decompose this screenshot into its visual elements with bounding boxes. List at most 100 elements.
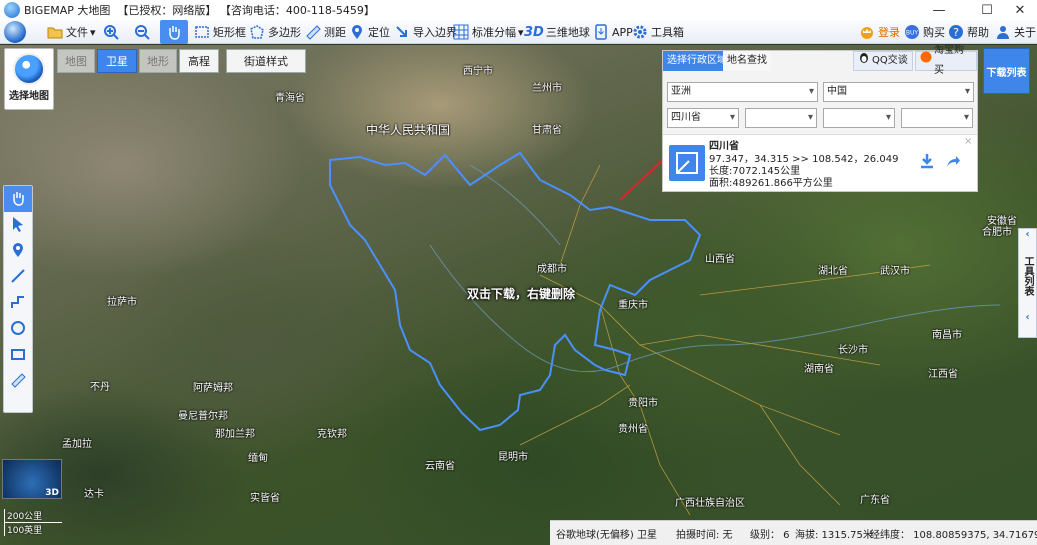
ruler-tool[interactable]	[4, 368, 32, 394]
toolbox-side-tab[interactable]: ‹ 工具列表 ‹	[1018, 228, 1037, 338]
app-download-button[interactable]: APP	[592, 20, 633, 44]
place-label: 成都市	[537, 264, 567, 275]
about-button[interactable]: 关于	[994, 20, 1036, 44]
file-menu-label: 文件	[66, 26, 88, 39]
place-label: 贵阳市	[628, 398, 658, 409]
folder-icon	[46, 23, 64, 41]
tab-elevation[interactable]: 高程	[179, 49, 219, 73]
status-altitude: 海拔: 1315.75米	[795, 529, 873, 541]
overview-minimap[interactable]: 3D	[2, 459, 62, 499]
locate-label: 定位	[368, 26, 390, 39]
svg-text:BUY: BUY	[906, 30, 919, 37]
help-icon: ?	[947, 23, 965, 41]
place-label: 青海省	[275, 93, 305, 104]
toolbox-label: 工具箱	[651, 26, 684, 39]
street-style-button[interactable]: 街道样式	[226, 49, 306, 73]
polyline-tool[interactable]	[4, 290, 32, 316]
map-canvas[interactable]: 西宁市 兰州市 青海省 中华人民共和国 甘肃省 成都市 重庆市 拉萨市 不丹 昆…	[0, 45, 1037, 545]
tab-terrain[interactable]: 地形	[139, 49, 177, 73]
taobao-buy-button[interactable]: 淘宝购买	[915, 45, 977, 76]
rect-select-label: 矩形框	[213, 26, 246, 39]
app-menu-button[interactable]	[4, 20, 26, 44]
place-label: 山西省	[705, 254, 735, 265]
buy-badge-icon: BUY	[903, 23, 921, 41]
chevron-left-icon: ‹	[1025, 312, 1030, 323]
rect-select-button[interactable]: 矩形框	[193, 20, 246, 44]
line-tool[interactable]	[4, 264, 32, 290]
place-label: 广东省	[860, 495, 890, 506]
tab-select-region[interactable]: 选择行政区域	[663, 51, 731, 71]
region-info-card[interactable]: 四川省 97.347，34.315 >> 108.542，26.049 长度:7…	[663, 134, 977, 191]
marker-tool[interactable]	[4, 238, 32, 264]
annotation-arrow	[619, 154, 669, 201]
county-select[interactable]	[823, 108, 895, 128]
zoom-out-button[interactable]	[133, 20, 151, 44]
place-label: 克钦邦	[317, 429, 347, 440]
zoom-in-button[interactable]	[102, 20, 120, 44]
status-coordinates: 经纬度： 108.80859375, 34.71679688	[870, 529, 1037, 541]
locate-button[interactable]: 定位	[348, 20, 390, 44]
rectangle-tool[interactable]	[4, 342, 32, 368]
earth-3d-button[interactable]: 3D 三维地球	[524, 20, 590, 44]
status-capture-time: 拍摄时间: 无	[676, 529, 733, 541]
login-button[interactable]: 登录	[858, 20, 900, 44]
place-label: 阿萨姆邦	[193, 383, 233, 394]
qq-chat-button[interactable]: QQ交谈	[853, 51, 913, 71]
town-select[interactable]	[901, 108, 973, 128]
place-label: 南昌市	[932, 330, 962, 341]
rectangle-icon	[10, 346, 26, 365]
status-map-source: 谷歌地球(无偏移) 卫星	[556, 529, 657, 541]
phone-download-icon	[592, 23, 610, 41]
app-logo-icon	[4, 2, 20, 18]
tab-map[interactable]: 地图	[57, 49, 95, 73]
continent-select[interactable]: 亚洲	[667, 82, 818, 102]
map-hint: 双击下载，右键删除	[467, 287, 576, 301]
qq-penguin-icon	[858, 51, 870, 71]
tab-place-search[interactable]: 地名查找	[723, 51, 771, 71]
tab-satellite[interactable]: 卫星	[97, 49, 137, 73]
file-menu[interactable]: 文件 ▾	[46, 20, 96, 44]
google-earth-icon	[13, 53, 45, 85]
status-zoom-level: 级别： 6	[750, 529, 790, 541]
standard-sheet-menu[interactable]: 标准分幅 ▾	[452, 20, 524, 44]
gear-icon	[631, 23, 649, 41]
taobao-buy-label: 淘宝购买	[934, 45, 964, 76]
province-select[interactable]: 四川省	[667, 108, 739, 128]
pointer-tool[interactable]	[4, 212, 32, 238]
download-list-button[interactable]: 下载列表	[983, 48, 1030, 94]
city-select[interactable]	[745, 108, 817, 128]
close-button[interactable]: ✕	[1003, 0, 1037, 20]
scale-mi: 100英里	[4, 523, 62, 536]
place-label: 重庆市	[618, 300, 648, 311]
taobao-icon	[920, 51, 932, 71]
measure-label: 测距	[324, 26, 346, 39]
polygon-select-button[interactable]: 多边形	[248, 20, 301, 44]
close-icon[interactable]: ×	[964, 136, 972, 147]
measure-button[interactable]: 测距	[304, 20, 346, 44]
rectangle-select-icon	[193, 23, 211, 41]
map-selector-label: 选择地图	[9, 91, 49, 102]
chevron-left-icon: ‹	[1025, 229, 1030, 240]
pan-tool-button[interactable]	[160, 20, 188, 44]
buy-button[interactable]: BUY 购买	[903, 20, 945, 44]
ruler-icon	[10, 372, 26, 391]
minimize-button[interactable]: —	[922, 0, 956, 20]
share-icon[interactable]	[945, 153, 961, 172]
window-title: BIGEMAP 大地图 【已授权：网络版】 【咨询电话：400-118-5459…	[24, 4, 375, 17]
place-label: 武汉市	[880, 266, 910, 277]
circle-tool[interactable]	[4, 316, 32, 342]
country-select[interactable]: 中国	[823, 82, 974, 102]
region-thumbnail-icon	[669, 145, 705, 181]
maximize-button[interactable]: ☐	[970, 0, 1004, 20]
import-boundary-button[interactable]: 导入边界	[393, 20, 457, 44]
place-label: 湖北省	[818, 266, 848, 277]
hand-tool[interactable]	[4, 186, 32, 212]
scale-km: 200公里	[4, 509, 62, 523]
download-icon[interactable]	[919, 153, 935, 172]
help-button[interactable]: ? 帮助	[947, 20, 989, 44]
zoom-in-icon	[102, 23, 120, 41]
region-area: 面积:489261.866平方公里	[709, 178, 833, 189]
map-selector[interactable]: 选择地图	[4, 48, 54, 110]
toolbox-button[interactable]: 工具箱	[631, 20, 684, 44]
place-label: 合肥市	[982, 227, 1012, 238]
